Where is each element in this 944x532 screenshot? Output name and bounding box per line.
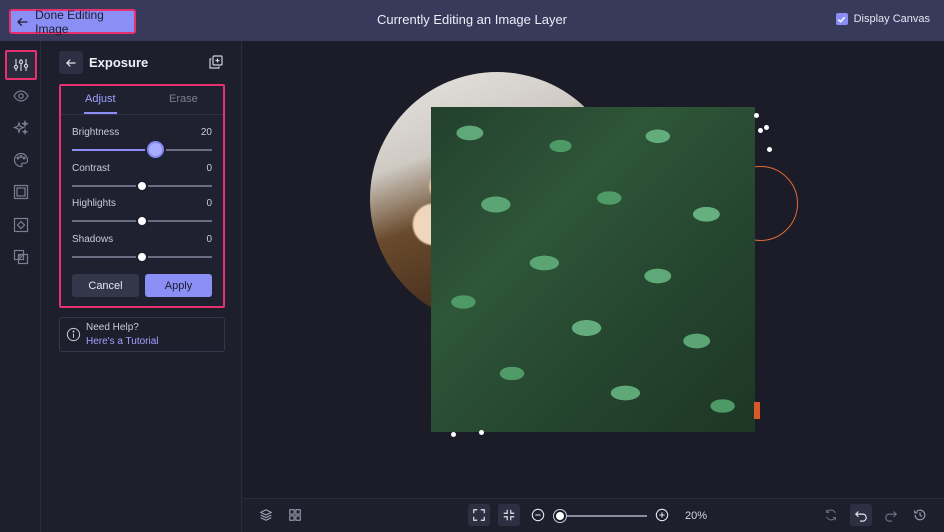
contrast-label: Contrast: [72, 163, 110, 174]
cancel-button[interactable]: Cancel: [72, 274, 139, 297]
active-tab-indicator: [84, 112, 117, 114]
redo-button[interactable]: [880, 504, 902, 526]
duplicate-icon[interactable]: [208, 54, 224, 70]
check-icon: [837, 16, 846, 23]
grid-icon: [289, 509, 301, 521]
contrast-value: 0: [206, 163, 212, 174]
exposure-panel: Exposure Adjust Erase Brightness 20 Cont…: [42, 41, 242, 532]
tab-adjust[interactable]: Adjust: [85, 93, 116, 105]
layers-button[interactable]: [255, 504, 277, 526]
undo-button[interactable]: [850, 504, 872, 526]
arrow-left-icon: [66, 58, 76, 67]
brightness-slider-handle[interactable]: [146, 141, 164, 158]
history-button[interactable]: [909, 504, 931, 526]
page-title: Currently Editing an Image Layer: [376, 12, 568, 27]
sparkle-icon: [13, 120, 29, 136]
brightness-slider[interactable]: [72, 141, 212, 158]
info-icon: [66, 327, 81, 342]
shadows-label: Shadows: [72, 234, 114, 245]
rail-adjustments-button[interactable]: [5, 50, 37, 80]
rail-visibility-button[interactable]: [5, 81, 37, 111]
sliders-icon: [13, 59, 29, 71]
zoom-out-button[interactable]: [527, 504, 549, 526]
contrast-slider[interactable]: [72, 180, 212, 192]
highlights-value: 0: [206, 198, 212, 209]
eye-icon: [13, 90, 29, 102]
contrast-slider-handle[interactable]: [136, 180, 148, 192]
tab-erase[interactable]: Erase: [169, 93, 198, 105]
decor-dot: [479, 430, 484, 435]
zoom-slider-handle[interactable]: [554, 510, 566, 522]
display-canvas-toggle[interactable]: Display Canvas: [835, 13, 930, 25]
crop-icon: [13, 217, 29, 233]
frame-icon: [13, 184, 29, 200]
brightness-label: Brightness: [72, 127, 120, 138]
decor-dot: [754, 113, 759, 118]
shrink-button[interactable]: [498, 504, 520, 526]
display-canvas-checkbox[interactable]: [835, 13, 848, 25]
tool-rail: [0, 41, 41, 532]
highlights-slider-handle[interactable]: [136, 215, 148, 227]
orange-accent-shape[interactable]: [754, 402, 760, 419]
tab-divider: [61, 114, 223, 115]
tutorial-link[interactable]: Here's a Tutorial: [86, 336, 159, 347]
editor-app: Done Editing Image Currently Editing an …: [0, 0, 944, 532]
highlights-label: Highlights: [72, 198, 116, 209]
plus-circle-icon: [655, 508, 669, 522]
undo-icon: [854, 511, 867, 522]
history-icon: [914, 509, 926, 521]
shadows-slider[interactable]: [72, 251, 212, 263]
image-layer-leaves[interactable]: [431, 107, 755, 432]
help-box: Need Help? Here's a Tutorial: [59, 317, 225, 352]
decor-dot: [767, 147, 772, 152]
layers-icon: [259, 509, 273, 521]
decor-dot: [758, 128, 763, 133]
canvas-area[interactable]: [243, 41, 944, 498]
layers-overlap-icon: [13, 249, 29, 265]
display-canvas-label: Display Canvas: [853, 13, 930, 25]
grid-button[interactable]: [284, 504, 306, 526]
apply-button[interactable]: Apply: [145, 274, 212, 297]
shadows-slider-handle[interactable]: [136, 251, 148, 263]
decor-dot: [764, 125, 769, 130]
rail-overlap-button[interactable]: [5, 242, 37, 272]
zoom-in-button[interactable]: [651, 504, 673, 526]
decor-dot: [451, 432, 456, 437]
brightness-slider-fill: [72, 149, 155, 151]
top-bar: Done Editing Image Currently Editing an …: [0, 0, 944, 41]
rail-frame-button[interactable]: [5, 177, 37, 207]
refresh-button[interactable]: [820, 504, 842, 526]
rail-crop-button[interactable]: [5, 210, 37, 240]
rail-color-button[interactable]: [5, 145, 37, 175]
redo-icon: [885, 511, 898, 522]
palette-icon: [13, 152, 29, 168]
expand-icon: [473, 509, 485, 521]
minus-circle-icon: [531, 508, 545, 522]
shadows-value: 0: [206, 234, 212, 245]
rail-effects-button[interactable]: [5, 113, 37, 143]
highlights-slider[interactable]: [72, 215, 212, 227]
bottom-toolbar: 20%: [243, 498, 944, 532]
fit-to-screen-button[interactable]: [468, 504, 490, 526]
refresh-icon: [826, 509, 836, 521]
zoom-slider[interactable]: [559, 515, 647, 517]
brightness-value: 20: [200, 127, 212, 138]
panel-title: Exposure: [89, 55, 149, 70]
adjust-controls: Adjust Erase Brightness 20 Contrast 0 Hi…: [59, 84, 225, 308]
zoom-level: 20%: [685, 510, 708, 522]
panel-back-button[interactable]: [59, 51, 83, 74]
shrink-icon: [503, 509, 515, 521]
help-title: Need Help?: [86, 322, 139, 333]
